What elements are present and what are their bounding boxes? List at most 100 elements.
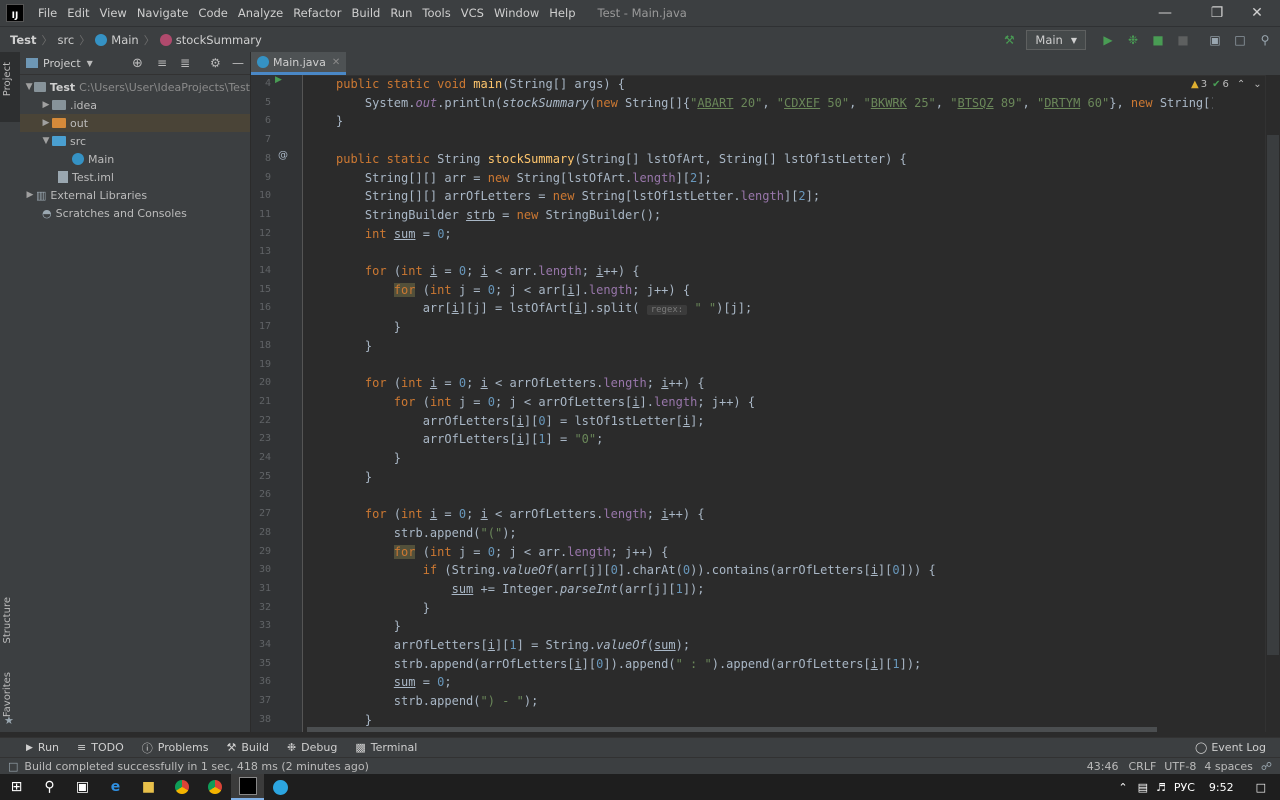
menu-help[interactable]: Help <box>549 6 575 20</box>
vertical-scrollbar-thumb[interactable] <box>1267 135 1279 655</box>
indent-setting[interactable]: 4 spaces <box>1204 760 1253 773</box>
network-icon[interactable]: ▤ <box>1138 781 1148 794</box>
breadcrumb-project[interactable]: Test <box>10 33 36 47</box>
minimize-icon[interactable]: — <box>1142 0 1188 26</box>
tab-problems[interactable]: ⓘ Problems <box>142 740 209 756</box>
tree-item-test-iml[interactable]: Test.iml <box>20 168 250 186</box>
chevron-right-icon[interactable]: ▶ <box>40 118 52 128</box>
chevron-up-icon[interactable]: ⌃ <box>1118 781 1127 794</box>
tab-build[interactable]: ⚒ Build <box>226 741 269 754</box>
title-bar: IJ File Edit View Navigate Code Analyze … <box>0 0 1280 26</box>
tab-main-java[interactable]: Main.java ✕ <box>251 52 347 75</box>
tab-todo[interactable]: ≡ TODO <box>77 741 124 754</box>
chrome-icon[interactable] <box>165 774 198 800</box>
clock[interactable]: 9:52 <box>1209 781 1234 794</box>
line-number: 20 <box>258 377 271 389</box>
hide-panel-icon[interactable]: — <box>232 56 244 70</box>
project-structure-icon[interactable]: ▣ <box>1204 29 1226 51</box>
telegram-icon[interactable] <box>264 774 297 800</box>
breadcrumb-method[interactable]: stockSummary <box>176 33 262 47</box>
menu-navigate[interactable]: Navigate <box>137 6 189 20</box>
tab-run[interactable]: ▶ Run <box>26 741 59 754</box>
inspection-widget[interactable]: ▲ 3 ✔ 6 ⌃ ⌄ <box>1191 79 1262 90</box>
expand-all-icon[interactable]: ≡ <box>157 56 167 70</box>
gear-icon[interactable]: ⚙ <box>210 56 221 70</box>
editor-scroll-stripe[interactable] <box>1265 75 1280 732</box>
breadcrumb-main[interactable]: Main <box>111 33 138 47</box>
chevron-down-icon[interactable]: ▼ <box>24 82 34 92</box>
menu-window[interactable]: Window <box>494 6 539 20</box>
menu-view[interactable]: View <box>100 6 127 20</box>
tree-item-scratches[interactable]: ◓ Scratches and Consoles <box>20 204 250 222</box>
breadcrumb-src[interactable]: src <box>57 33 74 47</box>
caret-position[interactable]: 43:46 <box>1087 760 1119 773</box>
code-line: String[][] arr = new String[lstOfArt.len… <box>336 170 712 185</box>
line-separator[interactable]: CRLF <box>1129 760 1157 773</box>
project-tool-window-button[interactable]: Project <box>0 52 20 122</box>
close-icon[interactable]: ✕ <box>1234 0 1280 26</box>
menu-tools[interactable]: Tools <box>422 6 450 20</box>
notification-icon[interactable]: □ <box>1256 781 1266 794</box>
event-log-button[interactable]: ◯ Event Log <box>1195 741 1266 754</box>
lock-icon[interactable]: ☍ <box>1261 760 1272 773</box>
menu-code[interactable]: Code <box>198 6 227 20</box>
chevron-down-icon[interactable]: ▼ <box>87 59 93 68</box>
run-config-select[interactable]: Main ▼ <box>1026 30 1086 50</box>
tree-item-out[interactable]: ▶ out <box>20 114 250 132</box>
file-encoding[interactable]: UTF-8 <box>1164 760 1196 773</box>
menu-vcs[interactable]: VCS <box>461 6 484 20</box>
chevron-down-icon[interactable]: ⌄ <box>1253 79 1261 90</box>
line-number: 6 <box>264 115 271 127</box>
menu-analyze[interactable]: Analyze <box>238 6 283 20</box>
status-message[interactable]: Build completed successfully in 1 sec, 4… <box>24 760 369 773</box>
menu-run[interactable]: Run <box>390 6 412 20</box>
tree-item-src[interactable]: ▼ src <box>20 132 250 150</box>
code-area[interactable]: public static void main(String[] args) {… <box>303 75 1213 732</box>
task-view-icon[interactable]: ▣ <box>66 774 99 800</box>
tree-item-main[interactable]: Main <box>20 150 250 168</box>
run-gutter-icon[interactable]: ▶ <box>275 75 282 85</box>
code-line: arrOfLetters[i][0] = lstOf1stLetter[i]; <box>336 413 705 428</box>
search-icon[interactable]: ⚲ <box>1254 29 1276 51</box>
code-line: arr[i][j] = lstOfArt[i].split( regex: " … <box>336 301 753 316</box>
structure-tool-label[interactable]: Structure <box>2 597 13 644</box>
windows-start-icon[interactable]: ⊞ <box>0 774 33 800</box>
menu-refactor[interactable]: Refactor <box>293 6 341 20</box>
tree-item-idea[interactable]: ▶ .idea <box>20 96 250 114</box>
chevron-right-icon[interactable]: ▶ <box>24 190 36 200</box>
tree-item-label: Test <box>49 80 76 94</box>
file-explorer-icon[interactable]: ■ <box>132 774 165 800</box>
chevron-right-icon[interactable]: ▶ <box>40 100 52 110</box>
favorites-tool-label[interactable]: Favorites <box>2 672 13 717</box>
close-tab-icon[interactable]: ✕ <box>332 57 340 68</box>
tree-item-external-libraries[interactable]: ▶ ▥ External Libraries <box>20 186 250 204</box>
edge-browser-icon[interactable]: e <box>99 774 132 800</box>
tab-debug[interactable]: ❉ Debug <box>287 741 337 754</box>
tree-item-label: out <box>70 116 89 130</box>
search-icon[interactable]: ⚲ <box>33 774 66 800</box>
chrome-icon[interactable] <box>198 774 231 800</box>
build-hammer-icon[interactable]: ⚒ <box>998 29 1020 51</box>
locate-icon[interactable]: ⊕ <box>132 56 143 71</box>
menu-edit[interactable]: Edit <box>67 6 89 20</box>
status-window-icon[interactable]: □ <box>8 760 18 773</box>
project-view-select[interactable]: Project <box>43 57 81 70</box>
coverage-icon[interactable]: ■ <box>1147 29 1169 51</box>
menu-build[interactable]: Build <box>351 6 380 20</box>
stop-icon[interactable]: ■ <box>1172 29 1194 51</box>
intellij-taskbar-icon[interactable] <box>231 774 264 800</box>
language-indicator[interactable]: РУС <box>1174 781 1195 794</box>
volume-muted-icon[interactable]: ♬ <box>1156 781 1166 794</box>
debug-bug-icon[interactable]: ❉ <box>1122 29 1144 51</box>
run-icon[interactable]: ▶ <box>1097 29 1119 51</box>
override-gutter-icon[interactable]: @ <box>278 150 288 161</box>
menu-file[interactable]: File <box>38 6 57 20</box>
presentation-icon[interactable]: □ <box>1229 29 1251 51</box>
horizontal-scrollbar[interactable] <box>307 727 1157 732</box>
collapse-all-icon[interactable]: ≣ <box>180 56 190 70</box>
chevron-down-icon[interactable]: ▼ <box>40 136 52 146</box>
check-icon: ✔ <box>1212 79 1221 90</box>
tab-terminal[interactable]: ▩ Terminal <box>355 741 417 754</box>
chevron-up-icon[interactable]: ⌃ <box>1237 79 1245 90</box>
tree-item-test[interactable]: ▼ Test C:\Users\User\IdeaProjects\Test <box>20 78 250 96</box>
